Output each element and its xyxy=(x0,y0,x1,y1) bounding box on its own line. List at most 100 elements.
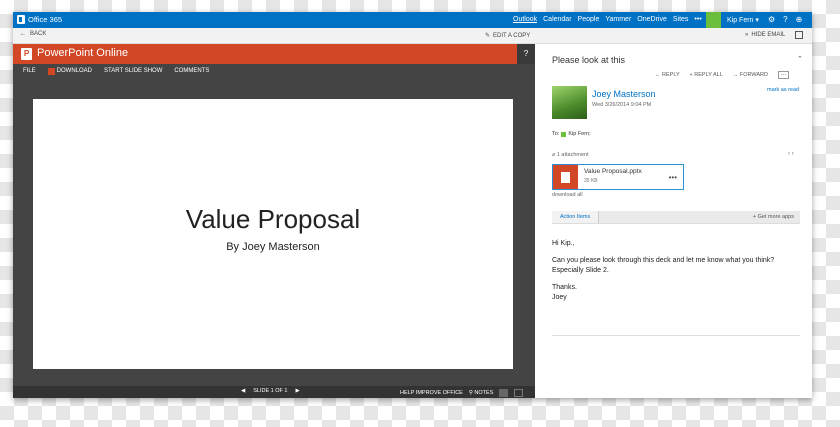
attachment-count-label: 1 attachment xyxy=(556,152,589,158)
body-line: Thanks. xyxy=(552,284,577,291)
recipients: To: Kip Fern; xyxy=(552,131,591,137)
avatar xyxy=(552,86,587,119)
menu-comments[interactable]: COMMENTS xyxy=(174,68,209,74)
slide-navigator: ◀ SLIDE 1 OF 1 ▶ xyxy=(241,388,300,394)
edit-copy-button[interactable]: ✎ EDIT A COPY xyxy=(485,32,531,40)
nav-calendar[interactable]: Calendar xyxy=(543,16,571,23)
ppt-status-bar: ◀ SLIDE 1 OF 1 ▶ HELP IMPROVE OFFICE ⚲ N… xyxy=(13,386,535,398)
arrow-left-icon: ← xyxy=(20,31,26,37)
back-button[interactable]: ← BACK xyxy=(20,31,46,37)
nav-onedrive[interactable]: OneDrive xyxy=(637,16,667,23)
ppt-header: P PowerPoint Online ? xyxy=(13,44,535,64)
prev-slide-icon[interactable]: ◀ xyxy=(241,388,245,394)
slideshow-view-icon[interactable] xyxy=(514,389,524,397)
download-icon xyxy=(47,67,55,75)
sender-name[interactable]: Joey Masterson xyxy=(592,89,656,99)
pptx-file-icon xyxy=(553,165,578,189)
collapse-icon[interactable]: ⌃ xyxy=(797,55,803,63)
reply-all-label: REPLY ALL xyxy=(694,72,723,78)
globe-icon[interactable]: ⊕ xyxy=(796,15,803,24)
app-nav: Outlook Calendar People Yammer OneDrive … xyxy=(513,16,702,23)
email-reading-pane: Please look at this ⌃ ← REPLY « REPLY AL… xyxy=(535,44,812,398)
powerpoint-icon: P xyxy=(21,48,32,60)
menu-start-slide-show[interactable]: START SLIDE SHOW xyxy=(104,68,162,74)
slide-subtitle: By Joey Masterson xyxy=(226,241,320,253)
edit-copy-label: EDIT A COPY xyxy=(493,32,531,39)
ppt-app-title: PowerPoint Online xyxy=(37,47,129,59)
nav-people[interactable]: People xyxy=(578,16,600,23)
download-all-link[interactable]: download all xyxy=(552,192,583,198)
nav-more-icon[interactable]: ••• xyxy=(694,16,701,23)
reply-label: REPLY xyxy=(662,72,680,78)
reply-icon: ← xyxy=(655,72,661,78)
attachment-info: Value Proposal.pptx 35 KB xyxy=(578,165,642,189)
back-label: BACK xyxy=(30,31,47,37)
mark-as-read-link[interactable]: mark as read xyxy=(767,87,799,93)
hide-email-button[interactable]: » HIDE EMAIL xyxy=(745,32,785,38)
reading-view-icon[interactable] xyxy=(499,389,509,397)
office365-logo[interactable]: Office 365 xyxy=(17,15,62,24)
get-more-apps-button[interactable]: + Get more apps xyxy=(753,214,794,220)
to-label: To: xyxy=(552,131,560,137)
user-menu[interactable]: Kip Fern ▾ xyxy=(727,16,759,24)
action-items-tab[interactable]: Action Items xyxy=(552,211,600,223)
nav-yammer[interactable]: Yammer xyxy=(605,16,631,23)
help-improve-link[interactable]: HELP IMPROVE OFFICE xyxy=(400,390,463,396)
powerpoint-viewer: P PowerPoint Online ? FILE DOWNLOAD STAR… xyxy=(13,44,535,398)
reply-button[interactable]: ← REPLY xyxy=(655,72,680,78)
download-label: DOWNLOAD xyxy=(56,68,93,74)
slide-title: Value Proposal xyxy=(185,204,361,234)
nav-sites[interactable]: Sites xyxy=(673,16,689,23)
office-icon xyxy=(17,15,25,24)
notes-icon: ⚲ xyxy=(468,390,473,396)
apps-bar: Action Items + Get more apps xyxy=(552,211,800,224)
attachment-name: Value Proposal.pptx xyxy=(584,168,642,175)
slide-counter: SLIDE 1 OF 1 xyxy=(253,388,288,394)
notification-tile[interactable] xyxy=(706,12,721,28)
more-actions-icon[interactable]: … xyxy=(777,71,789,79)
popout-icon[interactable] xyxy=(795,31,803,39)
paperclip-icon: ⌀ xyxy=(552,152,556,158)
notes-button[interactable]: ⚲ NOTES xyxy=(469,390,494,396)
attachment-card[interactable]: Value Proposal.pptx 35 KB ••• xyxy=(552,164,684,190)
body-line: Joey xyxy=(552,294,567,301)
forward-label: FORWARD xyxy=(739,72,768,78)
brand-label: Office 365 xyxy=(28,15,63,24)
attachment-count: ⌀ 1 attachment xyxy=(552,152,589,158)
plus-icon: + xyxy=(752,214,757,220)
attachment-size: 35 KB xyxy=(584,178,598,184)
pencil-icon: ✎ xyxy=(485,33,491,39)
double-chevron-right-icon: » xyxy=(745,32,749,38)
get-more-apps-label: Get more apps xyxy=(757,214,794,220)
command-bar: ← BACK ✎ EDIT A COPY » HIDE EMAIL xyxy=(13,28,812,44)
notes-label: NOTES xyxy=(474,390,494,396)
email-body: Hi Kip., Can you please look through thi… xyxy=(552,239,800,310)
ppt-help-button[interactable]: ? xyxy=(517,44,535,64)
email-subject: Please look at this xyxy=(552,55,626,65)
status-bar-right: HELP IMPROVE OFFICE ⚲ NOTES xyxy=(400,389,524,397)
next-slide-icon[interactable]: ▶ xyxy=(295,388,299,394)
nav-outlook[interactable]: Outlook xyxy=(513,16,537,23)
attachment-more-icon[interactable]: ••• xyxy=(669,165,683,189)
ppt-menu: FILE DOWNLOAD START SLIDE SHOW COMMENTS xyxy=(13,64,535,78)
gear-icon[interactable]: ⚙ xyxy=(768,15,775,24)
app-window: Office 365 Outlook Calendar People Yamme… xyxy=(13,12,812,398)
divider xyxy=(552,335,800,336)
forward-icon: → xyxy=(732,72,739,78)
reply-all-icon: « xyxy=(689,72,693,78)
recipient-name[interactable]: Kip Fern; xyxy=(568,131,590,137)
email-actions: ← REPLY « REPLY ALL → FORWARD … xyxy=(655,71,789,79)
reply-all-button[interactable]: « REPLY ALL xyxy=(690,72,723,78)
sent-date: Wed 3/26/2014 9:04 PM xyxy=(592,102,652,108)
attachment-nav-icons[interactable]: ‹ › xyxy=(788,151,794,157)
body-line: Can you please look through this deck an… xyxy=(552,257,775,274)
office365-topbar: Office 365 Outlook Calendar People Yamme… xyxy=(13,12,812,28)
menu-file[interactable]: FILE xyxy=(23,68,36,74)
menu-download[interactable]: DOWNLOAD xyxy=(47,67,93,75)
slide-canvas[interactable]: Value Proposal By Joey Masterson xyxy=(33,99,513,369)
topbar-icons: ⚙ ? ⊕ xyxy=(768,15,802,24)
help-icon[interactable]: ? xyxy=(783,15,787,24)
presence-icon xyxy=(561,131,567,137)
body-line: Hi Kip., xyxy=(552,240,575,247)
forward-button[interactable]: → FORWARD xyxy=(733,72,768,78)
